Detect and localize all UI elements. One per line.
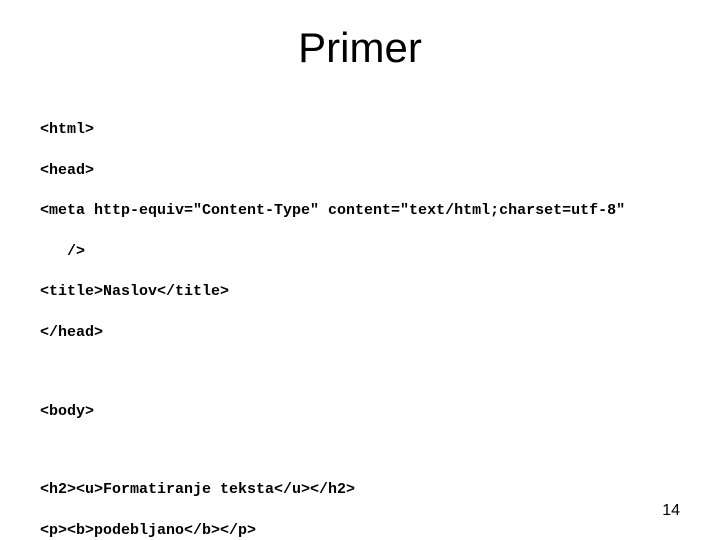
slide: Primer <html> <head> <meta http-equiv="C… bbox=[0, 0, 720, 540]
code-line: /> bbox=[40, 242, 680, 262]
blank-line bbox=[40, 442, 680, 460]
code-line: <body> bbox=[40, 402, 680, 422]
code-line: <p><b>podebljano</b></p> bbox=[40, 521, 680, 540]
slide-title: Primer bbox=[40, 24, 680, 72]
code-line: <meta http-equiv="Content-Type" content=… bbox=[40, 201, 680, 221]
code-line: </head> bbox=[40, 323, 680, 343]
page-number: 14 bbox=[662, 502, 680, 520]
code-line: <title>Naslov</title> bbox=[40, 282, 680, 302]
code-line: <html> bbox=[40, 120, 680, 140]
blank-line bbox=[40, 363, 680, 381]
code-block: <html> <head> <meta http-equiv="Content-… bbox=[40, 100, 680, 540]
code-line: <head> bbox=[40, 161, 680, 181]
code-line: <h2><u>Formatiranje teksta</u></h2> bbox=[40, 480, 680, 500]
